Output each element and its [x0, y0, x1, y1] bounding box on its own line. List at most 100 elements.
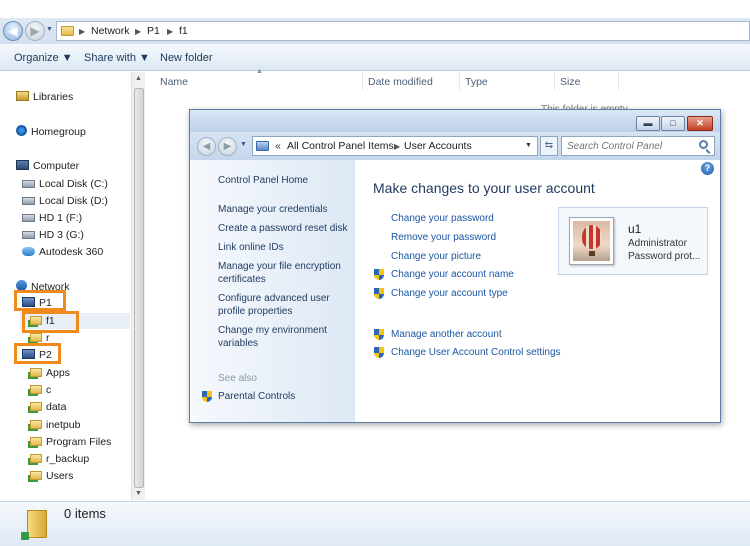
shared-folder-icon: [30, 385, 42, 394]
explorer-status-bar: 0 items: [0, 501, 750, 546]
column-separator[interactable]: [618, 72, 619, 90]
recent-pages-chevron-icon[interactable]: ▼: [240, 141, 247, 148]
page-title: Make changes to your user account: [373, 180, 595, 196]
hard-disk-icon: [22, 231, 35, 239]
nav-libraries[interactable]: Libraries: [16, 91, 73, 103]
nav-inetpub[interactable]: inetpub: [30, 419, 80, 431]
homegroup-icon: [16, 125, 27, 136]
explorer-address-field[interactable]: ▶ Network ▶ P1 ▶ f1: [56, 21, 750, 41]
nav-drive-label: Local Disk (D:): [39, 195, 108, 207]
nav-drive-label: HD 3 (G:): [39, 229, 84, 241]
hard-disk-icon: [22, 180, 35, 188]
help-icon[interactable]: ?: [701, 162, 714, 175]
nav-computer-label: Computer: [33, 160, 80, 172]
breadcrumb-f1[interactable]: f1: [179, 25, 188, 37]
cp-search-input[interactable]: [561, 136, 715, 156]
nav-libraries-label: Libraries: [33, 91, 74, 103]
organize-button[interactable]: Organize ▼: [14, 52, 73, 64]
nav-computer[interactable]: Computer: [16, 160, 79, 172]
breadcrumb-overflow[interactable]: «: [275, 140, 281, 152]
close-button[interactable]: ✕: [687, 116, 713, 131]
shared-folder-icon: [30, 471, 42, 480]
link-advanced-user-profile[interactable]: Configure advanced user profile properti…: [218, 293, 343, 318]
link-online-ids[interactable]: Link online IDs: [218, 242, 284, 253]
column-separator[interactable]: [362, 72, 363, 90]
column-date-modified[interactable]: Date modified: [368, 76, 433, 88]
breadcrumb-separator-icon: ▶: [135, 27, 142, 36]
link-manage-another-account[interactable]: Manage another account: [391, 329, 502, 340]
nav-drive-g[interactable]: HD 3 (G:): [22, 229, 84, 241]
navigation-scrollbar[interactable]: ▲ ▼: [131, 72, 145, 500]
annotation-box-p2: [14, 343, 61, 364]
shared-folder-icon: [30, 333, 42, 342]
link-file-encryption-certificates[interactable]: Manage your file encryption certificates: [218, 261, 348, 286]
scroll-up-icon[interactable]: ▲: [135, 75, 142, 82]
cp-forward-button[interactable]: ▶: [218, 137, 237, 156]
link-parental-controls[interactable]: Parental Controls: [218, 391, 295, 402]
nav-c[interactable]: c: [30, 384, 51, 396]
back-button[interactable]: ◀: [3, 21, 23, 41]
nav-autodesk-360[interactable]: Autodesk 360: [22, 246, 103, 258]
nav-folder-label: Apps: [46, 367, 70, 379]
nav-drive-c[interactable]: Local Disk (C:): [22, 178, 108, 190]
uac-shield-icon: [374, 269, 385, 281]
nav-drive-label: Autodesk 360: [39, 246, 104, 258]
cp-back-button[interactable]: ◀: [197, 137, 216, 156]
nav-folder-label: inetpub: [46, 419, 81, 431]
control-panel-titlebar[interactable]: ▬ □ ✕: [190, 110, 720, 132]
forward-button[interactable]: ▶: [25, 21, 45, 41]
nav-r-backup[interactable]: r_backup: [30, 453, 89, 465]
breadcrumb-network[interactable]: Network: [91, 25, 130, 37]
link-environment-variables[interactable]: Change my environment variables: [218, 325, 338, 350]
chevron-down-icon: ▼: [139, 52, 150, 64]
computer-icon: [16, 160, 29, 170]
address-dropdown-icon[interactable]: ▼: [525, 142, 532, 149]
column-separator[interactable]: [554, 72, 555, 90]
share-with-button[interactable]: Share with ▼: [84, 52, 150, 64]
link-manage-credentials[interactable]: Manage your credentials: [218, 204, 328, 215]
nav-program-files[interactable]: Program Files: [30, 436, 111, 448]
column-name[interactable]: Name: [160, 76, 188, 88]
column-type[interactable]: Type: [465, 76, 488, 88]
nav-apps[interactable]: Apps: [30, 367, 70, 379]
nav-homegroup[interactable]: Homegroup: [16, 125, 86, 138]
breadcrumb-all-items[interactable]: All Control Panel Items: [287, 140, 394, 152]
link-change-account-name[interactable]: Change your account name: [391, 269, 514, 280]
see-also-label: See also: [218, 373, 257, 384]
cloud-drive-icon: [22, 247, 35, 256]
link-change-password[interactable]: Change your password: [391, 213, 494, 224]
breadcrumb-p1[interactable]: P1: [147, 25, 160, 37]
nav-drive-f[interactable]: HD 1 (F:): [22, 212, 82, 224]
recent-pages-chevron-icon[interactable]: ▼: [46, 26, 53, 33]
breadcrumb-user-accounts[interactable]: User Accounts: [404, 140, 472, 152]
column-separator[interactable]: [459, 72, 460, 90]
scroll-down-icon[interactable]: ▼: [135, 490, 142, 497]
nav-folder-label: Users: [46, 470, 74, 482]
shared-folder-icon: [30, 454, 42, 463]
link-remove-password[interactable]: Remove your password: [391, 232, 496, 243]
libraries-icon: [16, 91, 29, 101]
shared-folder-icon: [30, 437, 42, 446]
link-change-picture[interactable]: Change your picture: [391, 251, 481, 262]
refresh-button[interactable]: ⇆: [540, 136, 558, 156]
link-change-account-type[interactable]: Change your account type: [391, 288, 508, 299]
search-icon[interactable]: [699, 140, 708, 149]
link-uac-settings[interactable]: Change User Account Control settings: [391, 347, 561, 358]
cp-address-field[interactable]: « All Control Panel Items ▶ User Account…: [252, 136, 538, 156]
minimize-button[interactable]: ▬: [636, 116, 660, 131]
nav-data[interactable]: data: [30, 401, 66, 413]
new-folder-button[interactable]: New folder: [160, 52, 213, 64]
column-size[interactable]: Size: [560, 76, 580, 88]
nav-drive-d[interactable]: Local Disk (D:): [22, 195, 108, 207]
nav-users[interactable]: Users: [30, 470, 73, 482]
link-password-reset-disk[interactable]: Create a password reset disk: [218, 223, 348, 234]
annotation-box-p1: [14, 290, 66, 311]
link-control-panel-home[interactable]: Control Panel Home: [218, 175, 308, 186]
share-with-label: Share with: [84, 52, 136, 64]
chevron-down-icon: ▼: [61, 52, 73, 64]
shared-folder-icon: [30, 402, 42, 411]
maximize-button[interactable]: □: [661, 116, 685, 131]
nav-folder-label: r_backup: [46, 453, 90, 465]
scrollbar-thumb[interactable]: [134, 88, 144, 488]
avatar[interactable]: [569, 217, 614, 265]
